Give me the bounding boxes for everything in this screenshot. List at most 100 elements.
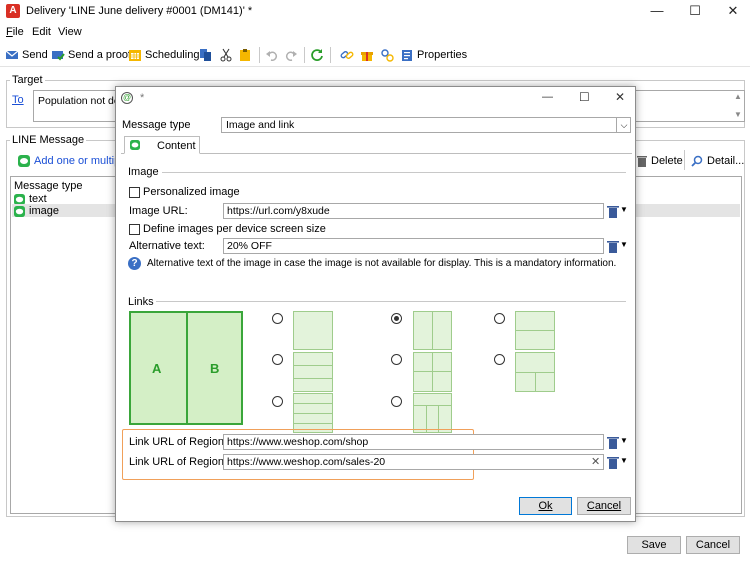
chevron-down-icon[interactable]: ⌵	[616, 117, 631, 133]
line-icon	[14, 193, 25, 205]
delete-button[interactable]: Delete	[637, 155, 683, 167]
dialog-maximize-button[interactable]: ☐	[579, 90, 590, 104]
layout-thumb-4	[413, 311, 452, 350]
link-a-input[interactable]: https://www.weshop.com/shop	[223, 434, 604, 450]
toolbar-separator	[304, 47, 305, 63]
to-link[interactable]: To	[12, 94, 24, 106]
paste-button[interactable]	[238, 47, 252, 63]
clipboard-icon	[240, 49, 250, 61]
layout-thumb-5	[413, 352, 452, 392]
thumb-line	[414, 405, 451, 406]
undo-icon	[266, 51, 278, 61]
properties-button[interactable]: Properties	[400, 47, 467, 63]
layout-radio-2[interactable]	[272, 354, 283, 365]
layout-radio-5[interactable]	[391, 354, 402, 365]
trash-icon[interactable]	[607, 456, 619, 469]
copy-icon	[200, 49, 211, 61]
image-section-divider	[162, 172, 626, 173]
message-list-header: Message type	[14, 180, 83, 192]
layout-thumb-3	[293, 393, 333, 433]
define-images-checkbox[interactable]	[129, 224, 140, 235]
layout-radio-8[interactable]	[494, 354, 505, 365]
info-text: Alternative text of the image in case th…	[147, 258, 617, 269]
minimize-button[interactable]: —	[639, 2, 675, 20]
copy-button[interactable]	[199, 47, 213, 63]
message-type-select[interactable]: Image and link	[221, 117, 631, 133]
line-message-group-label: LINE Message	[10, 134, 87, 146]
properties-icon	[402, 50, 412, 61]
undo-button[interactable]	[265, 47, 279, 63]
close-button[interactable]: ✕	[715, 2, 750, 20]
add-messages-button[interactable]: Add one or multiple	[18, 155, 129, 167]
menu-edit[interactable]: Edit	[32, 26, 51, 38]
message-type-value: Image and link	[226, 119, 295, 131]
layout-radio-6[interactable]	[391, 396, 402, 407]
envelope-check-icon	[52, 51, 65, 61]
menu-file-label: ile	[12, 26, 24, 38]
links-section-divider	[156, 301, 626, 302]
caret-down-icon[interactable]: ▼	[620, 205, 628, 214]
toolbar-separator	[259, 47, 260, 63]
line-icon	[18, 155, 30, 167]
layout-preview-selected[interactable]: A B	[129, 311, 243, 425]
alt-text-value: 20% OFF	[227, 240, 272, 252]
trash-icon[interactable]	[607, 205, 619, 218]
tab-content[interactable]: Content	[124, 136, 200, 154]
tab-content-label: Content	[157, 140, 196, 152]
thumb-line	[294, 423, 332, 424]
link-b-label: Link URL of Region B:	[129, 456, 238, 468]
window-title: Delivery 'LINE June delivery #0001 (DM14…	[26, 5, 253, 17]
layout-radio-4[interactable]	[391, 313, 402, 324]
target-group-label: Target	[10, 74, 45, 86]
toolbar: Send Send a proof Scheduling Properties	[0, 43, 750, 67]
dialog-close-button[interactable]: ✕	[615, 90, 625, 104]
link-button[interactable]	[340, 47, 354, 63]
caret-down-icon[interactable]: ▼	[620, 240, 628, 249]
maximize-button[interactable]: ☐	[677, 2, 713, 20]
layout-thumb-6	[413, 393, 452, 433]
link-b-input[interactable]: https://www.weshop.com/sales-20	[223, 454, 604, 470]
caret-down-icon[interactable]: ▼	[620, 436, 628, 445]
layout-radio-3[interactable]	[272, 396, 283, 407]
trash-icon[interactable]	[607, 436, 619, 449]
send-proof-label: Send a proof	[68, 49, 131, 61]
magnifier-icon	[691, 155, 703, 167]
thumb-line	[438, 405, 439, 432]
link-icon	[340, 51, 354, 59]
refresh-button[interactable]	[310, 47, 324, 63]
dialog-cancel-button[interactable]: Cancel	[577, 497, 631, 515]
detail-button[interactable]: Detail...	[691, 155, 744, 167]
personalized-image-checkbox[interactable]	[129, 187, 140, 198]
link-b-value: https://www.weshop.com/sales-20	[227, 456, 386, 468]
layout-radio-1[interactable]	[272, 313, 283, 324]
define-images-label: Define images per device screen size	[143, 223, 326, 235]
menu-view[interactable]: View	[58, 26, 82, 38]
menu-file[interactable]: File	[6, 26, 24, 38]
message-type-label: Message type	[122, 119, 191, 131]
send-button[interactable]: Send	[5, 47, 48, 63]
redo-button[interactable]	[284, 47, 298, 63]
alt-text-label: Alternative text:	[129, 240, 205, 252]
trash-icon[interactable]	[607, 240, 619, 253]
cancel-button[interactable]: Cancel	[686, 536, 740, 554]
toolbar-separator	[684, 150, 685, 170]
links-section-label: Links	[128, 296, 154, 308]
dialog-minimize-button[interactable]: —	[542, 91, 553, 103]
scheduling-button[interactable]: Scheduling	[128, 47, 199, 63]
scroll-up-icon[interactable]: ▲	[734, 92, 742, 101]
send-proof-button[interactable]: Send a proof	[51, 47, 131, 63]
personalize-button[interactable]	[380, 47, 394, 63]
thumb-line	[426, 405, 427, 432]
alt-text-input[interactable]: 20% OFF	[223, 238, 604, 254]
scroll-down-icon[interactable]: ▼	[734, 110, 742, 119]
image-url-input[interactable]: https://url.com/y8xude	[223, 203, 604, 219]
personalize-icon	[381, 49, 394, 62]
image-url-label: Image URL:	[129, 205, 188, 217]
cut-button[interactable]	[219, 47, 233, 63]
save-button[interactable]: Save	[627, 536, 681, 554]
ok-button[interactable]: Ok	[519, 497, 572, 515]
gift-button[interactable]	[360, 47, 374, 63]
layout-radio-7[interactable]	[494, 313, 505, 324]
clear-icon[interactable]: ✕	[591, 455, 600, 468]
caret-down-icon[interactable]: ▼	[620, 456, 628, 465]
